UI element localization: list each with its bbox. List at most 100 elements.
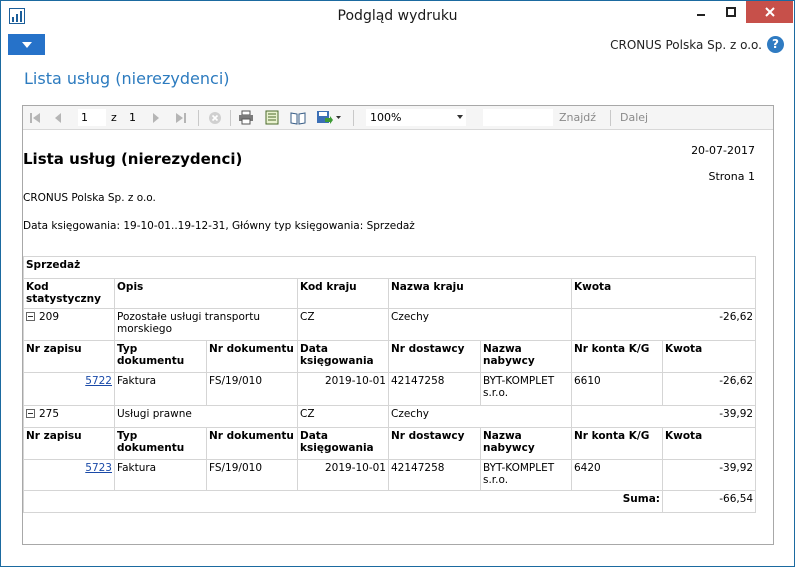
entry-posting-date: 2019-10-01	[297, 459, 389, 491]
print-preview-window: Podgląd wydruku CRONUS Polska Sp. z o.o.…	[0, 0, 795, 567]
report-viewer: 1 z 1 100% Znajdź Dalej Lista usług (nie…	[22, 105, 774, 545]
detail-header-gl-account: Nr konta K/G	[571, 427, 663, 460]
stop-button[interactable]	[206, 109, 224, 126]
report-page-number: Strona 1	[708, 170, 755, 183]
section-label: Sprzedaż	[22, 256, 757, 279]
detail-header-row: Nr zapisu Typ dokumentu Nr dokumentu Dat…	[23, 340, 757, 373]
export-button[interactable]	[315, 109, 343, 126]
close-icon	[764, 7, 775, 17]
stop-icon	[209, 111, 221, 124]
last-page-icon	[176, 112, 186, 123]
detail-header-doc-type: Typ dokumentu	[114, 427, 207, 460]
collapse-icon[interactable]	[26, 312, 35, 321]
entry-doc-no: FS/19/010	[206, 459, 298, 491]
detail-header-doc-no: Nr dokumentu	[206, 427, 298, 460]
entry-posting-date: 2019-10-01	[297, 372, 389, 406]
entry-buyer-name: BYT-KOMPLET s.r.o.	[480, 372, 572, 406]
zoom-value: 100%	[370, 111, 402, 124]
next-page-button[interactable]	[148, 109, 164, 126]
entry-vendor-no: 42147258	[388, 459, 481, 491]
previous-page-button[interactable]	[50, 109, 66, 126]
close-button[interactable]	[746, 1, 793, 23]
maximize-icon	[726, 7, 736, 17]
detail-header-amount: Kwota	[661, 340, 757, 373]
report-filter: Data księgowania: 19-10-01..19-12-31, Gł…	[23, 220, 415, 232]
entry-gl-account: 6610	[571, 372, 663, 406]
zoom-select[interactable]: 100%	[366, 109, 466, 126]
group-country-code: CZ	[297, 405, 389, 428]
toolbar-separator	[353, 110, 354, 126]
header-amount: Kwota	[570, 278, 757, 309]
report-toolbar: 1 z 1 100% Znajdź Dalej	[23, 106, 773, 130]
total-row: Suma: -66,54	[23, 490, 757, 513]
group-code-cell: 275	[23, 405, 115, 428]
page-setup-button[interactable]	[289, 109, 307, 126]
minimize-button[interactable]	[686, 1, 716, 23]
report-date: 20-07-2017	[691, 144, 755, 157]
report-company: CRONUS Polska Sp. z o.o.	[23, 192, 156, 204]
entry-doc-type: Faktura	[114, 372, 207, 406]
window-title: Podgląd wydruku	[337, 8, 458, 24]
total-amount: -66,54	[661, 490, 757, 513]
detail-header-posting-date: Data księgowania	[297, 340, 389, 373]
toolbar-separator	[610, 110, 611, 126]
find-next-link[interactable]: Dalej	[620, 109, 648, 126]
first-page-button[interactable]	[27, 109, 43, 126]
print-button[interactable]	[237, 109, 255, 126]
previous-page-icon	[55, 112, 61, 123]
header-description: Opis	[114, 278, 298, 309]
report-title: Lista usług (nierezydenci)	[23, 150, 243, 168]
detail-header-row: Nr zapisu Typ dokumentu Nr dokumentu Dat…	[23, 427, 757, 460]
detail-header-entry-no: Nr zapisu	[23, 340, 115, 373]
entry-no-link[interactable]: 5722	[85, 375, 112, 387]
application-menu-button[interactable]	[8, 34, 45, 55]
title-bar: Podgląd wydruku	[1, 1, 794, 32]
detail-header-gl-account: Nr konta K/G	[571, 340, 663, 373]
group-row: 209 Pozostałe usługi transportu morskieg…	[23, 308, 757, 341]
detail-header-posting-date: Data księgowania	[297, 427, 389, 460]
detail-row: 5722 Faktura FS/19/010 2019-10-01 421472…	[23, 372, 757, 406]
group-description: Usługi prawne	[114, 405, 298, 428]
entry-no-link[interactable]: 5723	[85, 462, 112, 474]
entry-amount: -26,62	[661, 372, 757, 406]
section-row: Sprzedaż	[22, 256, 757, 279]
group-code: 275	[39, 408, 60, 420]
detail-header-amount: Kwota	[661, 427, 757, 460]
entry-no-cell: 5722	[23, 372, 115, 406]
group-row: 275 Usługi prawne CZ Czechy -39,92	[23, 405, 757, 428]
entry-amount: -39,92	[661, 459, 757, 491]
last-page-button[interactable]	[173, 109, 189, 126]
entry-gl-account: 6420	[571, 459, 663, 491]
entry-doc-type: Faktura	[114, 459, 207, 491]
group-amount: -39,92	[570, 405, 757, 428]
minimize-icon	[697, 14, 705, 16]
maximize-button[interactable]	[716, 1, 746, 23]
detail-header-doc-type: Typ dokumentu	[114, 340, 207, 373]
page-number-input[interactable]: 1	[78, 109, 106, 126]
print-layout-icon	[265, 110, 279, 125]
page-title: Lista usług (nierezydenci)	[24, 69, 230, 88]
group-country-name: Czechy	[388, 405, 572, 428]
detail-header-buyer-name: Nazwa nabywcy	[480, 340, 572, 373]
detail-header-entry-no: Nr zapisu	[23, 427, 115, 460]
first-page-icon	[30, 112, 40, 123]
group-amount: -26,62	[570, 308, 757, 341]
group-country-code: CZ	[297, 308, 389, 341]
export-icon	[317, 111, 341, 124]
help-icon[interactable]: ?	[767, 36, 784, 53]
detail-header-vendor-no: Nr dostawcy	[388, 427, 481, 460]
entry-vendor-no: 42147258	[388, 372, 481, 406]
page-of-label: z	[111, 111, 117, 124]
find-link[interactable]: Znajdź	[559, 109, 596, 126]
find-input[interactable]	[483, 109, 553, 126]
group-description: Pozostałe usługi transportu morskiego	[114, 308, 298, 341]
entry-doc-no: FS/19/010	[206, 372, 298, 406]
print-layout-button[interactable]	[263, 109, 281, 126]
page-total-label: 1	[129, 111, 136, 124]
collapse-icon[interactable]	[26, 409, 35, 418]
toolbar-separator	[198, 110, 199, 126]
print-icon	[239, 110, 253, 125]
detail-row: 5723 Faktura FS/19/010 2019-10-01 421472…	[23, 459, 757, 491]
detail-header-doc-no: Nr dokumentu	[206, 340, 298, 373]
detail-header-vendor-no: Nr dostawcy	[388, 340, 481, 373]
